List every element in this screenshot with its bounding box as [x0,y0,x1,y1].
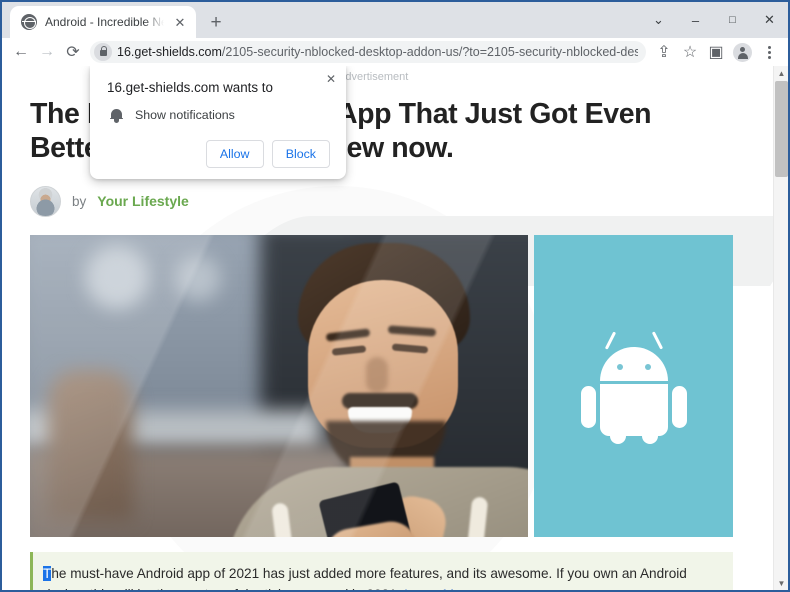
author-avatar [30,185,61,217]
tab-search-chevron-down-icon[interactable]: ⌄ [640,3,677,37]
browser-toolbar: ← → ⟳ 16.get-shields.com/2105-security-n… [2,38,788,66]
maximize-button[interactable]: □ [714,3,751,37]
scroll-up-arrow-icon[interactable]: ▲ [774,66,788,80]
profile-avatar-icon[interactable] [733,42,752,62]
url-host: 16.get-shields.com [117,45,222,59]
article-body: The must-have Android app of 2021 has ju… [43,563,721,590]
block-button[interactable]: Block [271,140,330,168]
article-callout: The must-have Android app of 2021 has ju… [30,551,733,590]
author-name[interactable]: Your Lifestyle [97,193,189,209]
browser-tab[interactable]: Android - Incredible New App - I ✕ [10,6,196,38]
notification-permission-dialog: ✕ 16.get-shields.com wants to Show notif… [90,66,346,179]
dialog-title: 16.get-shields.com wants to [107,80,273,95]
permission-label: Show notifications [135,108,235,122]
dialog-actions: Allow Block [107,140,330,168]
back-icon[interactable]: ← [8,39,34,65]
android-robot-icon [580,331,687,444]
android-panel [534,234,733,537]
page-scrollbar[interactable]: ▲ ▼ [773,66,788,590]
byline-prefix: by [72,193,87,209]
bookmark-star-icon[interactable]: ☆ [677,39,703,65]
bell-icon [110,108,123,123]
side-panel-icon[interactable]: ▣ [703,39,729,65]
scrollbar-thumb[interactable] [775,81,788,177]
tab-close-icon[interactable]: ✕ [172,14,188,30]
scroll-down-arrow-icon[interactable]: ▼ [774,576,788,590]
site-info-lock-icon[interactable] [94,43,112,61]
url-text: 16.get-shields.com/2105-security-nblocke… [117,45,638,59]
share-icon[interactable]: ⇪ [651,39,677,65]
byline: by Your Lifestyle [30,185,773,217]
tab-title: Android - Incredible New App - I [45,15,164,29]
allow-button[interactable]: Allow [205,140,264,168]
window-controls: ⌄ – □ ✕ [640,2,788,38]
reload-icon[interactable]: ⟳ [60,39,86,65]
forward-icon[interactable]: → [34,39,60,65]
browser-window: Android - Incredible New App - I ✕ + ⌄ –… [0,0,790,592]
article-body-text: he must-have Android app of 2021 has jus… [43,565,687,590]
hero-media [30,234,733,537]
chrome-menu-icon[interactable] [756,39,782,65]
permission-row: Show notifications [107,108,330,123]
learn-more-link[interactable]: Learn More [404,587,474,590]
address-bar[interactable]: 16.get-shields.com/2105-security-nblocke… [90,41,646,63]
hero-photo [30,234,528,537]
close-window-button[interactable]: ✕ [751,3,788,37]
tab-favicon-globe-icon [21,14,37,30]
advertisement-label: Advertisement [338,71,409,83]
tab-strip: Android - Incredible New App - I ✕ + ⌄ –… [2,2,788,38]
dialog-close-icon[interactable]: ✕ [326,73,336,85]
page-viewport: ✕ Advertisement The Incredible Android A… [2,66,788,590]
url-path: /2105-security-nblocked-desktop-addon-us… [221,45,638,59]
new-tab-button[interactable]: + [202,8,230,36]
minimize-button[interactable]: – [677,3,714,37]
